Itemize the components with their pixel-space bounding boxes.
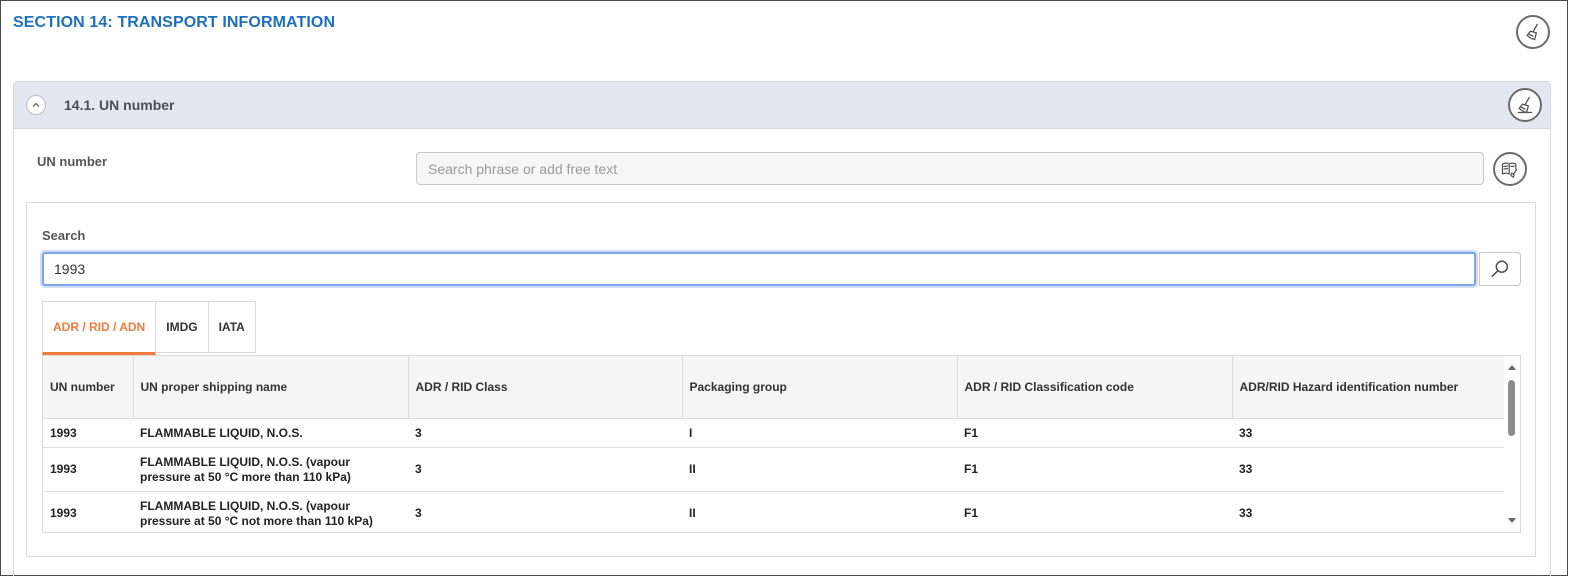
search-icon xyxy=(1491,260,1509,278)
accordion-header[interactable]: 14.1. UN number xyxy=(14,82,1550,129)
tab-imdg[interactable]: IMDG xyxy=(156,301,209,353)
column-header[interactable]: ADR / RID Classification code xyxy=(957,356,1233,419)
column-header[interactable]: ADR/RID Hazard identification number xyxy=(1232,356,1506,419)
table-cell: I xyxy=(682,418,957,448)
section-title: SECTION 14: TRANSPORT INFORMATION xyxy=(13,14,336,31)
table-cell: 33 xyxy=(1232,418,1506,448)
un-number-label: UN number xyxy=(37,154,108,169)
un-results-table: UN number UN proper shipping name ADR / … xyxy=(42,355,1521,533)
broom-icon xyxy=(1526,23,1538,41)
phrase-book-icon xyxy=(1501,162,1518,178)
accordion-clear-button[interactable] xyxy=(1508,88,1542,122)
un-number-phrase-input[interactable] xyxy=(416,152,1484,185)
section-clear-button[interactable] xyxy=(1516,15,1550,49)
accordion-toggle-button[interactable] xyxy=(26,95,46,115)
transport-mode-tabs: ADR / RID / ADN IMDG IATA xyxy=(42,301,256,355)
broom-icon xyxy=(1517,96,1533,114)
un-search-panel: Search ADR / RID / ADN IMDG IATA xyxy=(26,202,1536,557)
table-cell: 1993 xyxy=(43,491,133,532)
table-cell: F1 xyxy=(957,447,1232,492)
tab-adr-rid-adn[interactable]: ADR / RID / ADN xyxy=(42,301,157,355)
chevron-up-icon xyxy=(32,102,40,107)
table-cell: 1993 xyxy=(43,418,133,448)
search-button[interactable] xyxy=(1479,252,1521,286)
table-cell: FLAMMABLE LIQUID, N.O.S. xyxy=(133,418,408,448)
table-cell: 3 xyxy=(408,491,682,532)
table-cell: 33 xyxy=(1232,491,1506,532)
search-input[interactable] xyxy=(42,252,1476,286)
table-cell: FLAMMABLE LIQUID, N.O.S. (vapour pressur… xyxy=(133,491,408,532)
table-header-row: UN number UN proper shipping name ADR / … xyxy=(43,356,1506,419)
table-row[interactable]: 1993 FLAMMABLE LIQUID, N.O.S. (vapour pr… xyxy=(43,447,1506,492)
scroll-down-arrow[interactable] xyxy=(1508,518,1516,523)
un-number-accordion: 14.1. UN number UN number Search phrase … xyxy=(13,81,1551,576)
table-cell: 3 xyxy=(408,447,682,492)
table-cell: II xyxy=(682,491,957,532)
column-header[interactable]: Packaging group xyxy=(682,356,958,419)
table-cell: 33 xyxy=(1232,447,1506,492)
table-row[interactable]: 1993 FLAMMABLE LIQUID, N.O.S. 3 I F1 33 xyxy=(43,418,1506,448)
scroll-up-arrow[interactable] xyxy=(1508,365,1516,370)
column-header[interactable]: UN number xyxy=(43,356,134,419)
accordion-title: 14.1. UN number xyxy=(64,97,175,113)
column-header[interactable]: UN proper shipping name xyxy=(133,356,409,419)
table-cell: F1 xyxy=(957,418,1232,448)
table-cell: 1993 xyxy=(43,447,133,492)
scroll-thumb[interactable] xyxy=(1508,380,1515,436)
tab-iata[interactable]: IATA xyxy=(208,301,256,353)
column-header[interactable]: ADR / RID Class xyxy=(408,356,683,419)
search-label: Search xyxy=(42,228,86,243)
table-cell: FLAMMABLE LIQUID, N.O.S. (vapour pressur… xyxy=(133,447,408,492)
table-cell: F1 xyxy=(957,491,1232,532)
transport-section: SECTION 14: TRANSPORT INFORMATION 14.1. … xyxy=(0,0,1568,576)
phrase-library-button[interactable] xyxy=(1493,152,1527,186)
table-cell: II xyxy=(682,447,957,492)
table-cell: 3 xyxy=(408,418,682,448)
table-scrollbar[interactable] xyxy=(1504,356,1520,532)
table-row[interactable]: 1993 FLAMMABLE LIQUID, N.O.S. (vapour pr… xyxy=(43,491,1506,532)
